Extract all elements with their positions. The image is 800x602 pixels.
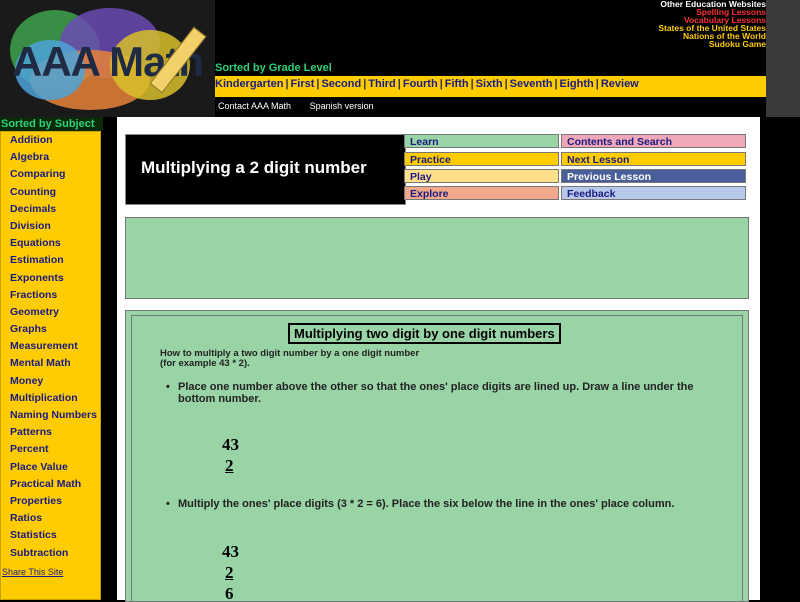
bullet-icon: • <box>166 498 170 510</box>
grade-fourth[interactable]: Fourth <box>403 78 438 90</box>
sidebar-item-ratios[interactable]: Ratios <box>1 510 100 527</box>
grade-kindergarten[interactable]: Kindergarten <box>215 78 283 90</box>
sidebar-item-mental-math[interactable]: Mental Math <box>1 355 100 372</box>
ad-panel <box>125 217 749 299</box>
subject-label: Sorted by Subject <box>0 117 103 131</box>
step-2: • Multiply the ones' place digits (3 * 2… <box>166 498 718 510</box>
sidebar-item-algebra[interactable]: Algebra <box>1 149 100 166</box>
site-logo[interactable]: AAA Math <box>0 0 215 117</box>
sidebar-item-naming-numbers[interactable]: Naming Numbers <box>1 407 100 424</box>
sidebar-item-practical-math[interactable]: Practical Math <box>1 476 100 493</box>
bullet-icon: • <box>166 381 170 393</box>
step-1: • Place one number above the other so th… <box>166 381 718 405</box>
nav-previous-lesson[interactable]: Previous Lesson <box>561 169 746 183</box>
sidebar-item-addition[interactable]: Addition <box>1 132 100 149</box>
sub-links: Contact AAA Math Spanish version <box>218 101 390 111</box>
grade-first[interactable]: First <box>291 78 315 90</box>
sidebar-item-place-value[interactable]: Place Value <box>1 459 100 476</box>
nav-contents-search[interactable]: Contents and Search <box>561 134 746 148</box>
step-2-text: Multiply the ones' place digits (3 * 2 =… <box>178 498 675 510</box>
spanish-link[interactable]: Spanish version <box>310 101 374 111</box>
sidebar-item-fractions[interactable]: Fractions <box>1 287 100 304</box>
main-content: Multiplying a 2 digit number Learn Pract… <box>117 117 760 602</box>
nav-next-lesson[interactable]: Next Lesson <box>561 152 746 166</box>
lesson-intro: How to multiply a two digit number by a … <box>160 349 419 369</box>
nav-learn[interactable]: Learn <box>404 134 559 148</box>
sidebar-item-decimals[interactable]: Decimals <box>1 201 100 218</box>
grade-second[interactable]: Second <box>321 78 361 90</box>
lesson-nav: Learn Practice Play Explore Contents and… <box>404 134 748 204</box>
step-1-text: Place one number above the other so that… <box>178 381 694 405</box>
grade-level-label: Sorted by Grade Level <box>215 62 332 74</box>
example-2-result: 6 <box>225 584 234 602</box>
external-links: Other Education Websites Spelling Lesson… <box>658 0 766 48</box>
example-2-bottom: 2 <box>225 563 234 582</box>
grade-review[interactable]: Review <box>601 78 639 90</box>
link-sudoku[interactable]: Sudoku Game <box>658 40 766 49</box>
example-1-bottom: 2 <box>225 456 234 475</box>
sidebar-item-division[interactable]: Division <box>1 218 100 235</box>
grade-nav: Kindergarten | First | Second | Third | Fourth | F… <box>215 76 766 97</box>
nav-practice[interactable]: Practice <box>404 152 559 166</box>
sidebar-item-subtraction[interactable]: Subtraction <box>1 545 100 562</box>
sidebar-item-properties[interactable]: Properties <box>1 493 100 510</box>
grade-third[interactable]: Third <box>368 78 396 90</box>
sidebar-item-estimation[interactable]: Estimation <box>1 252 100 269</box>
grade-eighth[interactable]: Eighth <box>560 78 594 90</box>
sidebar-item-exponents[interactable]: Exponents <box>1 270 100 287</box>
sidebar-item-geometry[interactable]: Geometry <box>1 304 100 321</box>
sidebar-item-equations[interactable]: Equations <box>1 235 100 252</box>
subject-sidebar: Addition Algebra Comparing Counting Deci… <box>0 131 101 600</box>
page-title: Multiplying a 2 digit number <box>141 158 367 177</box>
sidebar-item-counting[interactable]: Counting <box>1 184 100 201</box>
header-right-strip <box>766 0 800 117</box>
grade-fifth[interactable]: Fifth <box>445 78 469 90</box>
nav-play[interactable]: Play <box>404 169 559 183</box>
example-1-top: 43 <box>222 435 239 454</box>
sidebar-item-graphs[interactable]: Graphs <box>1 321 100 338</box>
sidebar-item-multiplication[interactable]: Multiplication <box>1 390 100 407</box>
intro-line-2: (for example 43 * 2). <box>160 358 250 369</box>
sidebar-item-comparing[interactable]: Comparing <box>1 166 100 183</box>
share-site-link[interactable]: Share This Site <box>2 567 63 577</box>
lesson-title-box: Multiplying a 2 digit number <box>125 134 406 205</box>
contact-link[interactable]: Contact AAA Math <box>218 101 291 111</box>
grade-sixth[interactable]: Sixth <box>476 78 503 90</box>
sidebar-item-money[interactable]: Money <box>1 373 100 390</box>
nav-feedback[interactable]: Feedback <box>561 186 746 200</box>
lesson-heading: Multiplying two digit by one digit numbe… <box>288 323 561 344</box>
sidebar-item-percent[interactable]: Percent <box>1 441 100 458</box>
nav-explore[interactable]: Explore <box>404 186 559 200</box>
sidebar-item-statistics[interactable]: Statistics <box>1 527 100 544</box>
lesson-panel: Multiplying two digit by one digit numbe… <box>125 310 749 602</box>
example-2-top: 43 <box>222 542 239 561</box>
sidebar-item-measurement[interactable]: Measurement <box>1 338 100 355</box>
grade-seventh[interactable]: Seventh <box>510 78 553 90</box>
sidebar-item-patterns[interactable]: Patterns <box>1 424 100 441</box>
